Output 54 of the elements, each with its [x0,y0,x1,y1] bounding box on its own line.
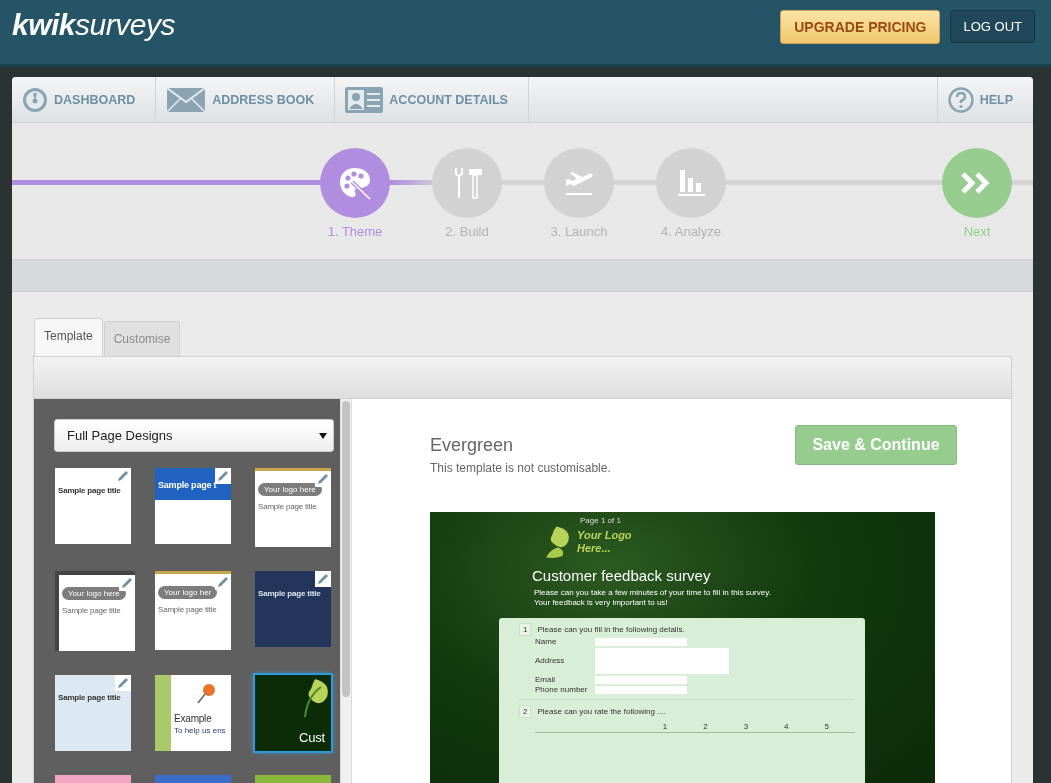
thumbnail-title: Sample page title [58,693,122,702]
field-label: Address [535,656,566,665]
template-thumbnail[interactable]: Sample page title [55,468,131,544]
field-label: Email [535,675,556,684]
field-label: Name [535,637,558,646]
thumbnail-title: Cust [299,730,326,745]
template-thumbnail[interactable]: Example To help us ens [155,675,231,751]
pencil-icon[interactable] [115,468,131,484]
thumbnail-title: Sample page title [158,605,218,614]
id-card-icon [345,86,384,113]
question-number: 1 [519,623,532,636]
logo[interactable]: kwiksurveys [12,8,175,42]
field-label: Phone number [535,685,589,694]
template-name: Evergreen [430,435,515,456]
question-text: Please can you fill in the following details. [537,625,685,634]
design-dropdown[interactable]: Full Page Designs [54,419,334,452]
logo-placeholder-text: Your Logo Here... [577,529,632,555]
thumbnail-title: Sample page title [62,606,122,615]
template-thumbnail[interactable]: Your logo here Sample page title [255,468,331,547]
help-icon [947,86,974,113]
thumbnail-title: Example [174,713,213,724]
survey-intro: Please can you take a few minutes of your time to fill in this survey. Your feedback is very important to us! [534,588,772,608]
template-thumbnail[interactable]: Sample page title [255,571,331,647]
step-label: 1. Theme [327,224,383,239]
upgrade-button[interactable]: UPGRADE PRICING [780,10,941,44]
rating-scale-header: 1 2 3 4 5 [535,718,855,733]
logo-placeholder: Your logo her [158,586,218,599]
next-label: Next [963,224,991,239]
template-note: This template is not customisable. [430,461,611,475]
pencil-icon[interactable] [115,675,131,691]
thumbnail-title: Sample page title [258,589,322,598]
gauge-icon [22,86,48,113]
caret-icon [319,432,327,439]
pencil-icon[interactable] [315,571,331,587]
pencil-icon[interactable] [215,468,231,484]
scrollbar[interactable] [340,399,352,783]
page-indicator: Page 1 of 1 [580,516,622,525]
thumbnail-title: Sample page title [58,486,122,495]
template-thumbnail[interactable]: Your logo here Sample page title [55,571,135,651]
logo-placeholder: Your logo here [62,587,126,600]
question-text: Please can you rate the following .... [537,707,666,716]
palette-icon [338,166,372,200]
template-thumbnail[interactable]: Your logo her Sample page title [155,571,231,650]
scrollbar-thumb[interactable] [342,401,350,697]
thumbnail-subtitle: To help us ens [174,726,227,735]
thumbnail-title: Sample page title [258,502,318,511]
envelope-icon [166,86,207,113]
question-number: 2 [519,705,532,718]
logo-placeholder: Your logo here [258,483,322,496]
logout-button[interactable]: LOG OUT [950,10,1035,43]
tab[interactable]: Template [34,318,103,356]
template-thumbnail[interactable]: Sample page title [55,675,131,751]
survey-title: Customer feedback survey [532,567,712,584]
template-thumbnail[interactable]: Cust [255,675,331,751]
